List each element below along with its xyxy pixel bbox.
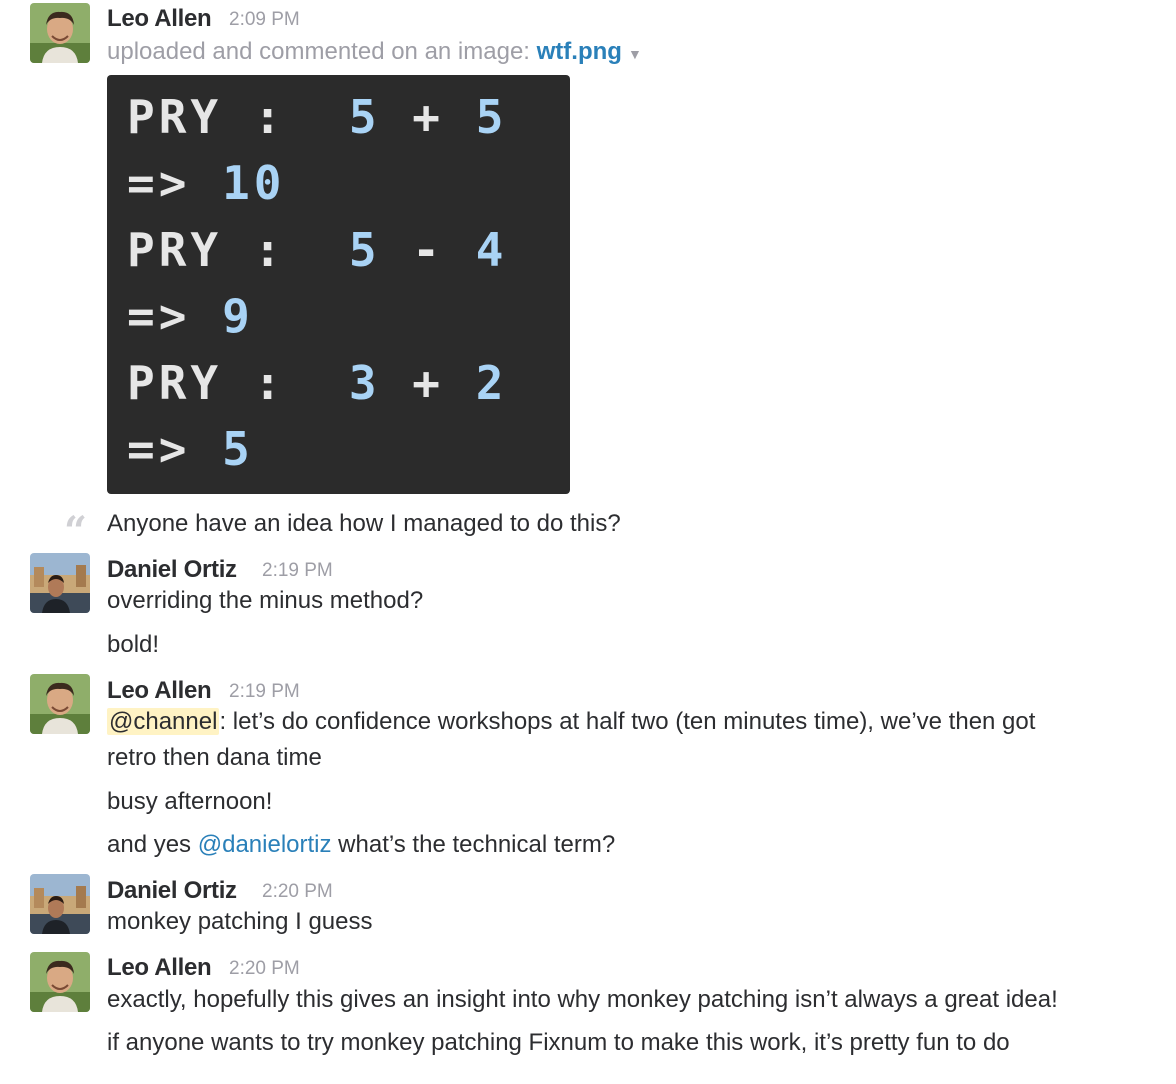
upload-line: uploaded and commented on an image: wtf.…	[107, 38, 642, 66]
message-text: bold!	[107, 631, 160, 658]
avatar-daniel-ortiz[interactable]	[30, 553, 90, 613]
code-line-5: PRY : 3 + 2	[127, 356, 508, 410]
code-line-4: => 9	[127, 289, 254, 343]
code-line-3: PRY : 5 - 4	[127, 223, 508, 277]
message-author[interactable]: Daniel Ortiz	[107, 877, 237, 905]
message-timestamp[interactable]: 2:20 PM	[262, 881, 333, 903]
message-author[interactable]: Leo Allen	[107, 954, 212, 982]
code-line-6: => 5	[127, 422, 254, 476]
file-link[interactable]: wtf.png	[537, 38, 622, 65]
message-author[interactable]: Leo Allen	[107, 677, 212, 705]
code-line-1: PRY : 5 + 5	[127, 90, 508, 144]
message-timestamp[interactable]: 2:19 PM	[229, 681, 300, 703]
quote-icon: “	[64, 508, 88, 555]
avatar-daniel-ortiz[interactable]	[30, 874, 90, 934]
upload-prefix: uploaded and commented on an image:	[107, 38, 530, 65]
message-text: overriding the minus method?	[107, 587, 424, 614]
avatar-leo-allen[interactable]	[30, 3, 90, 63]
chevron-down-icon[interactable]: ▼	[628, 46, 642, 62]
message-text: and yes @danielortiz what’s the technica…	[107, 831, 616, 858]
message-text: @channel: let’s do confidence workshops …	[107, 708, 1036, 735]
message-text: busy afternoon!	[107, 788, 273, 815]
scrollbar[interactable]	[1172, 0, 1176, 1084]
message-timestamp[interactable]: 2:19 PM	[262, 560, 333, 582]
message-text: retro then dana time	[107, 744, 322, 771]
message-timestamp[interactable]: 2:20 PM	[229, 958, 300, 980]
message-author[interactable]: Leo Allen	[107, 5, 212, 33]
code-line-2: => 10	[127, 156, 286, 210]
message-author[interactable]: Daniel Ortiz	[107, 556, 237, 584]
message-text: exactly, hopefully this gives an insight…	[107, 986, 1058, 1013]
avatar-leo-allen[interactable]	[30, 674, 90, 734]
message-text: if anyone wants to try monkey patching F…	[107, 1029, 1010, 1056]
channel-mention[interactable]: @channel	[107, 708, 220, 735]
message-text: monkey patching I guess	[107, 908, 373, 935]
user-mention[interactable]: @danielortiz	[198, 831, 332, 858]
message-timestamp[interactable]: 2:09 PM	[229, 9, 300, 31]
avatar-leo-allen[interactable]	[30, 952, 90, 1012]
image-comment: Anyone have an idea how I managed to do …	[107, 510, 621, 537]
uploaded-image[interactable]: PRY : 5 + 5 => 10 PRY : 5 - 4 => 9 PRY :…	[107, 75, 570, 494]
